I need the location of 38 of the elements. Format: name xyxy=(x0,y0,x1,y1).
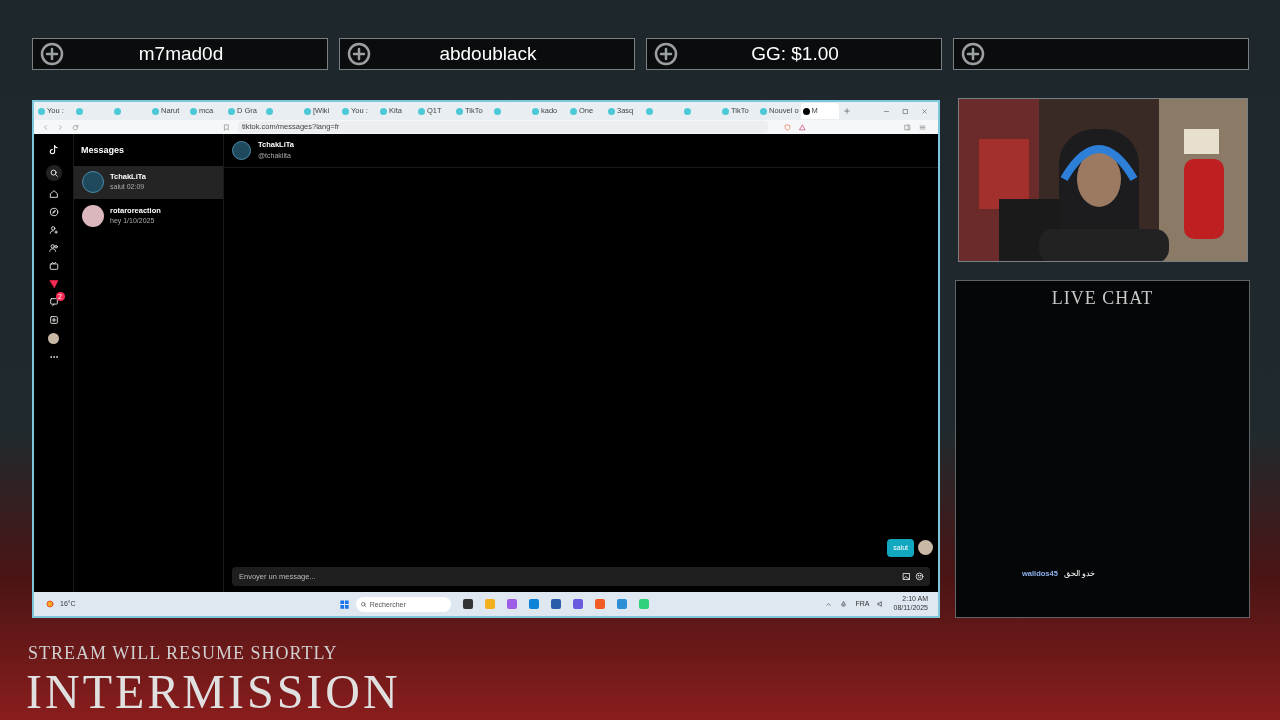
banner-text: GG: $1.00 xyxy=(750,41,840,66)
messages-title: Messages xyxy=(80,144,126,157)
tv-icon xyxy=(48,261,59,271)
new-tab-icon xyxy=(842,107,851,115)
music-note-logo-icon xyxy=(47,144,60,157)
add-person-icon xyxy=(48,225,59,235)
overlay-subtitle: STREAM WILL RESUME SHORTLY xyxy=(28,642,338,665)
emoji-icon xyxy=(915,572,924,581)
weather-icon xyxy=(44,598,56,610)
compass-icon xyxy=(48,207,59,217)
home-icon xyxy=(48,189,59,199)
avatar[interactable] xyxy=(48,333,59,344)
bookmark-icon xyxy=(223,123,230,131)
reload-icon xyxy=(72,123,79,131)
triangle-icon xyxy=(799,123,806,131)
close-icon xyxy=(921,107,928,115)
chevron-up-icon xyxy=(825,600,833,608)
search-icon xyxy=(45,165,62,181)
inbox-icon xyxy=(48,297,59,307)
menu-icon xyxy=(919,123,926,131)
restore-icon xyxy=(902,107,909,115)
avatar xyxy=(82,205,104,227)
avatar xyxy=(232,141,251,160)
panel-title: LIVE CHAT xyxy=(1050,287,1155,310)
upload-icon xyxy=(48,315,59,325)
forward-icon xyxy=(57,123,64,131)
avatar xyxy=(918,540,933,556)
sidebar-icon xyxy=(904,123,911,131)
image-icon xyxy=(902,572,911,581)
windows-icon xyxy=(338,598,350,610)
app-icon[interactable] xyxy=(462,599,473,609)
banner-text: abdoublack xyxy=(438,41,538,66)
people-icon xyxy=(48,243,59,253)
overlay-title: INTERMISSION xyxy=(26,664,401,720)
search-icon xyxy=(359,600,367,608)
banner-text: m7mad0d xyxy=(137,41,225,66)
avatar xyxy=(82,171,104,193)
back-icon xyxy=(42,123,49,131)
